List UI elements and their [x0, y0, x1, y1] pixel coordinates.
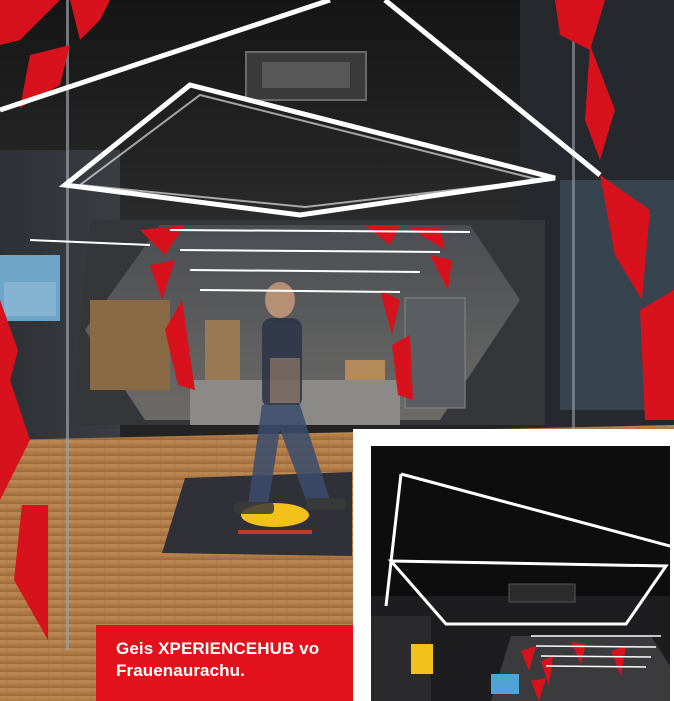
inset-sign [411, 644, 433, 674]
glass-door-frame-left [66, 0, 69, 650]
shelf-left [90, 300, 170, 390]
server-rack [404, 297, 466, 409]
photo-caption: Geis XPERIENCEHUB vo Frauenaurachu. [96, 625, 353, 701]
glass-door-frame-right [572, 0, 575, 430]
caption-text: Geis XPERIENCEHUB vo Frauenaurachu. [116, 639, 320, 680]
inset-monitor [491, 674, 519, 694]
inset-scene [371, 446, 670, 701]
inset-photo [371, 446, 670, 701]
inset-ac-unit [508, 583, 576, 603]
shelf-left-2 [205, 320, 240, 385]
